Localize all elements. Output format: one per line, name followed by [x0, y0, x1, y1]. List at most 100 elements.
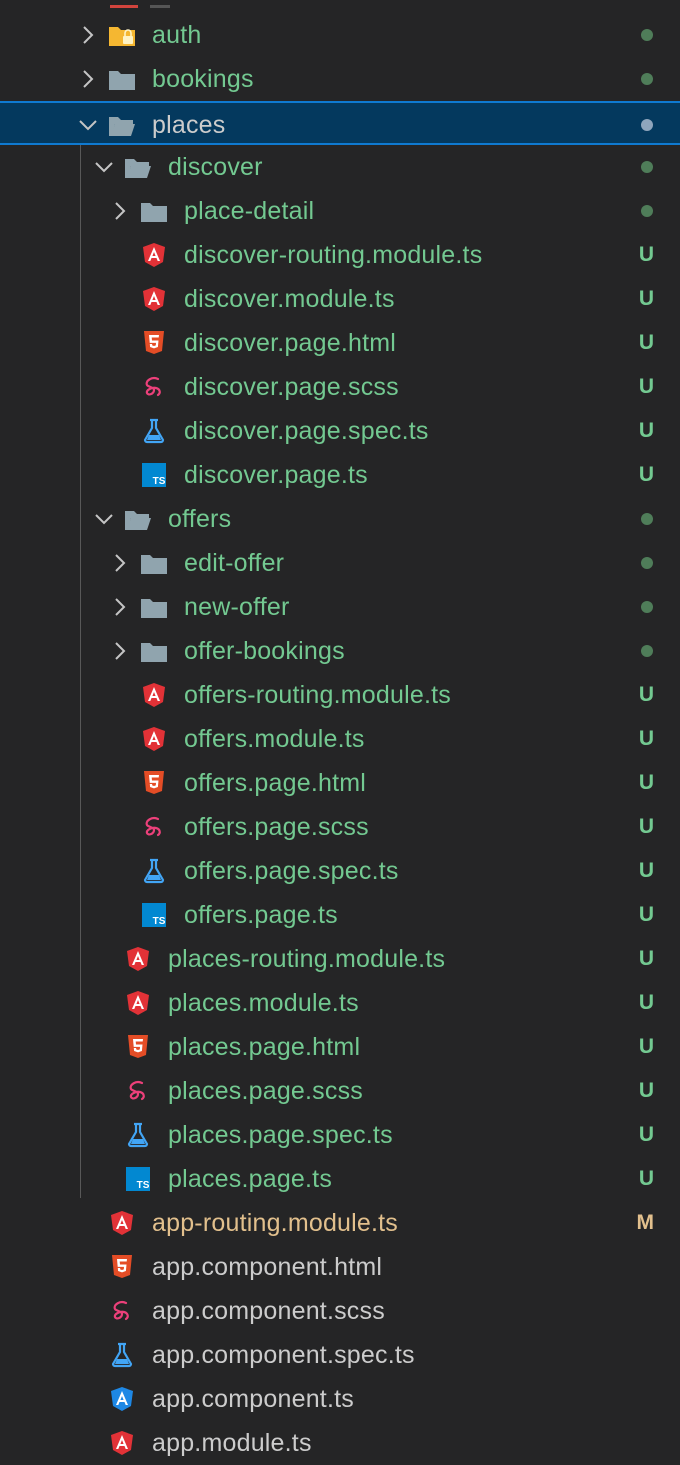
item-label: discover-routing.module.ts [184, 241, 483, 269]
item-label: places.page.spec.ts [168, 1121, 393, 1149]
file-row-offers-page-spec-ts[interactable]: offers.page.spec.ts U [0, 849, 680, 893]
file-row-app-component-scss[interactable]: app.component.scss [0, 1289, 680, 1333]
file-row-discover-routing-module-ts[interactable]: discover-routing.module.ts U [0, 233, 680, 277]
git-status-badge: U [638, 903, 654, 926]
chevron-right-icon[interactable] [110, 597, 130, 617]
angular-icon [140, 287, 168, 311]
file-row-offers-module-ts[interactable]: offers.module.ts U [0, 717, 680, 761]
folder-row-place-detail[interactable]: place-detail [0, 189, 680, 233]
git-status-badge: U [638, 419, 654, 442]
git-status-badge: U [638, 859, 654, 882]
file-row-app-component-ts[interactable]: app.component.ts [0, 1377, 680, 1421]
item-label: offers.page.spec.ts [184, 857, 399, 885]
file-row-app-routing-module-ts[interactable]: app-routing.module.ts M [0, 1201, 680, 1245]
folder-lock-icon [108, 23, 136, 47]
file-row-app-module-ts[interactable]: app.module.ts [0, 1421, 680, 1465]
file-row-offers-routing-module-ts[interactable]: offers-routing.module.ts U [0, 673, 680, 717]
sass-icon [108, 1299, 136, 1323]
item-label: discover.page.scss [184, 373, 399, 401]
file-row-app-component-spec-ts[interactable]: app.component.spec.ts [0, 1333, 680, 1377]
angular-icon [124, 947, 152, 971]
item-label: places.page.scss [168, 1077, 363, 1105]
file-row-discover-page-ts[interactable]: TS discover.page.ts U [0, 453, 680, 497]
angular-icon [140, 243, 168, 267]
folder-row-bookings[interactable]: bookings [0, 57, 680, 101]
folder-open-icon [124, 155, 152, 179]
typescript-icon: TS [140, 463, 168, 487]
file-row-discover-page-scss[interactable]: discover.page.scss U [0, 365, 680, 409]
clipped-parent-row [0, 0, 680, 8]
file-row-app-component-html[interactable]: app.component.html [0, 1245, 680, 1289]
item-label: app.component.spec.ts [152, 1341, 415, 1369]
item-label: app.module.ts [152, 1429, 312, 1457]
file-row-offers-page-scss[interactable]: offers.page.scss U [0, 805, 680, 849]
html5-icon [140, 771, 168, 795]
html5-icon [124, 1035, 152, 1059]
folder-icon [140, 551, 168, 575]
folder-row-offer-bookings[interactable]: offer-bookings [0, 629, 680, 673]
folder-row-edit-offer[interactable]: edit-offer [0, 541, 680, 585]
chevron-right-icon[interactable] [110, 201, 130, 221]
item-label: offers-routing.module.ts [184, 681, 451, 709]
chevron-down-icon[interactable] [78, 115, 98, 135]
chevron-right-icon[interactable] [78, 69, 98, 89]
html5-icon [108, 1255, 136, 1279]
sass-icon [140, 815, 168, 839]
test-flask-icon [124, 1122, 152, 1148]
file-row-places-page-ts[interactable]: TS places.page.ts U [0, 1157, 680, 1201]
chevron-down-icon[interactable] [94, 509, 114, 529]
typescript-icon: TS [140, 903, 168, 927]
git-status-badge: U [638, 815, 654, 838]
git-status-badge: M [636, 1211, 655, 1234]
item-label: discover [168, 153, 263, 181]
item-label: app.component.html [152, 1253, 383, 1281]
git-status-badge: U [638, 331, 654, 354]
angular-icon [140, 683, 168, 707]
git-status-badge: U [638, 1123, 654, 1146]
git-status-dot [641, 513, 653, 525]
file-row-discover-page-html[interactable]: discover.page.html U [0, 321, 680, 365]
test-flask-icon [140, 858, 168, 884]
file-row-discover-module-ts[interactable]: discover.module.ts U [0, 277, 680, 321]
git-status-dot [641, 29, 653, 41]
folder-icon [140, 639, 168, 663]
git-status-badge: U [638, 243, 654, 266]
typescript-icon: TS [124, 1167, 152, 1191]
file-row-places-page-spec-ts[interactable]: places.page.spec.ts U [0, 1113, 680, 1157]
git-status-badge: U [638, 947, 654, 970]
file-row-places-page-html[interactable]: places.page.html U [0, 1025, 680, 1069]
chevron-right-icon[interactable] [110, 641, 130, 661]
item-label: places.module.ts [168, 989, 359, 1017]
angular-component-icon [108, 1387, 136, 1411]
item-label: offer-bookings [184, 637, 345, 665]
file-explorer-tree: auth bookings places discover place-detail di… [0, 0, 680, 1457]
git-status-badge: U [638, 1035, 654, 1058]
file-row-places-routing-module-ts[interactable]: places-routing.module.ts U [0, 937, 680, 981]
file-row-offers-page-ts[interactable]: TS offers.page.ts U [0, 893, 680, 937]
folder-row-places[interactable]: places [0, 101, 680, 145]
chevron-right-icon[interactable] [78, 25, 98, 45]
item-label: discover.page.ts [184, 461, 368, 489]
folder-open-icon [108, 113, 136, 137]
svg-text:TS: TS [153, 476, 166, 487]
folder-row-discover[interactable]: discover [0, 145, 680, 189]
folder-row-auth[interactable]: auth [0, 13, 680, 57]
html5-icon [140, 331, 168, 355]
file-row-places-page-scss[interactable]: places.page.scss U [0, 1069, 680, 1113]
file-row-offers-page-html[interactable]: offers.page.html U [0, 761, 680, 805]
item-label: offers.page.scss [184, 813, 369, 841]
folder-row-new-offer[interactable]: new-offer [0, 585, 680, 629]
item-label: offers [168, 505, 232, 533]
chevron-down-icon[interactable] [94, 157, 114, 177]
git-status-dot [641, 205, 653, 217]
git-status-badge: U [638, 375, 654, 398]
file-row-places-module-ts[interactable]: places.module.ts U [0, 981, 680, 1025]
item-label: app.component.ts [152, 1385, 354, 1413]
file-row-discover-page-spec-ts[interactable]: discover.page.spec.ts U [0, 409, 680, 453]
item-label: app-routing.module.ts [152, 1209, 399, 1237]
item-label: bookings [152, 65, 254, 93]
item-label: discover.page.html [184, 329, 397, 357]
folder-row-offers[interactable]: offers [0, 497, 680, 541]
chevron-right-icon[interactable] [110, 553, 130, 573]
git-status-badge: U [638, 463, 654, 486]
